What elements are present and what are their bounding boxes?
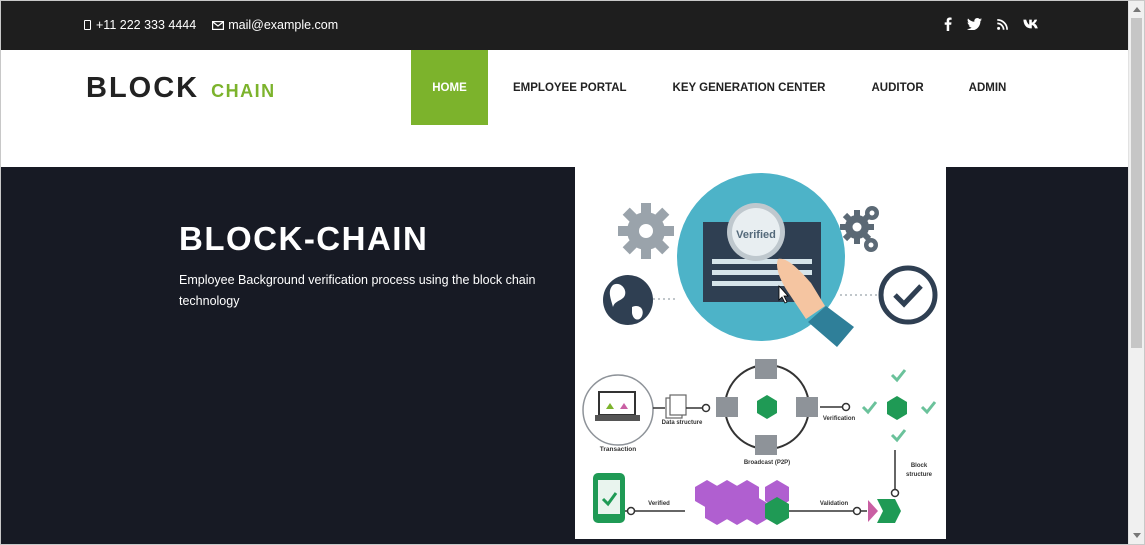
gear-icon	[618, 203, 674, 259]
verified-label: Verified	[736, 229, 776, 241]
mail-icon	[212, 20, 225, 30]
verification-label: Verification	[823, 416, 856, 422]
laptop-icon	[582, 374, 654, 446]
phone-number: +11 222 333 4444	[96, 18, 197, 32]
check-circle-icon	[878, 265, 938, 325]
phone-contact[interactable]: +11 222 333 4444	[84, 18, 196, 32]
main-nav: HOME EMPLOYEE PORTAL KEY GENERATION CENT…	[411, 50, 1006, 125]
logo-main-text: BLOCK	[86, 72, 200, 104]
phone-icon	[84, 20, 91, 30]
twitter-icon[interactable]	[967, 18, 982, 30]
phone-verified-icon	[593, 473, 625, 523]
block-chain-icon	[695, 480, 789, 525]
vk-icon[interactable]	[1023, 19, 1040, 29]
email-address: mail@example.com	[228, 18, 339, 32]
blockchain-illustration: Verified Transaction Data structure Broa…	[575, 167, 946, 539]
gears-icon	[840, 206, 879, 252]
vertical-scrollbar[interactable]	[1128, 0, 1145, 545]
verified-small-label: Verified	[648, 501, 670, 507]
illustration-svg: Verified Transaction Data structure Broa…	[582, 173, 938, 525]
broadcast-label: Broadcast (P2P)	[744, 460, 790, 466]
hero-title: BLOCK-CHAIN	[179, 220, 429, 257]
social-links	[929, 17, 1040, 31]
scroll-down-icon[interactable]	[1133, 533, 1141, 538]
rss-icon[interactable]	[997, 18, 1008, 30]
block-structure-label-1: Block	[911, 463, 928, 469]
transaction-label: Transaction	[600, 446, 637, 453]
nav-employee-portal[interactable]: EMPLOYEE PORTAL	[513, 50, 627, 125]
scroll-thumb[interactable]	[1131, 18, 1142, 348]
globe-icon	[603, 275, 653, 325]
hero-section: BLOCK-CHAIN Employee Background verifica…	[0, 167, 1128, 545]
nav-home[interactable]: HOME	[411, 50, 488, 125]
contact-info: +11 222 333 4444 mail@example.com	[84, 18, 354, 32]
hero-description: Employee Background verification process…	[179, 273, 536, 308]
validation-label: Validation	[820, 501, 849, 507]
block-structure-label-2: structure	[906, 472, 933, 478]
data-structure-label: Data structure	[662, 420, 703, 426]
site-logo[interactable]: BLOCK CHAIN	[86, 72, 276, 105]
nav-admin[interactable]: ADMIN	[969, 50, 1007, 125]
nav-auditor[interactable]: AUDITOR	[871, 50, 923, 125]
email-contact[interactable]: mail@example.com	[212, 18, 338, 32]
facebook-icon[interactable]	[944, 17, 952, 31]
nav-key-generation-center[interactable]: KEY GENERATION CENTER	[673, 50, 826, 125]
verification-checks-icon	[861, 369, 937, 443]
top-bar: +11 222 333 4444 mail@example.com	[0, 0, 1128, 50]
scroll-up-icon[interactable]	[1133, 7, 1141, 12]
logo-sub-text: CHAIN	[211, 81, 276, 101]
broadcast-network-icon	[716, 359, 818, 455]
site-header: BLOCK CHAIN HOME EMPLOYEE PORTAL KEY GEN…	[0, 50, 1128, 167]
